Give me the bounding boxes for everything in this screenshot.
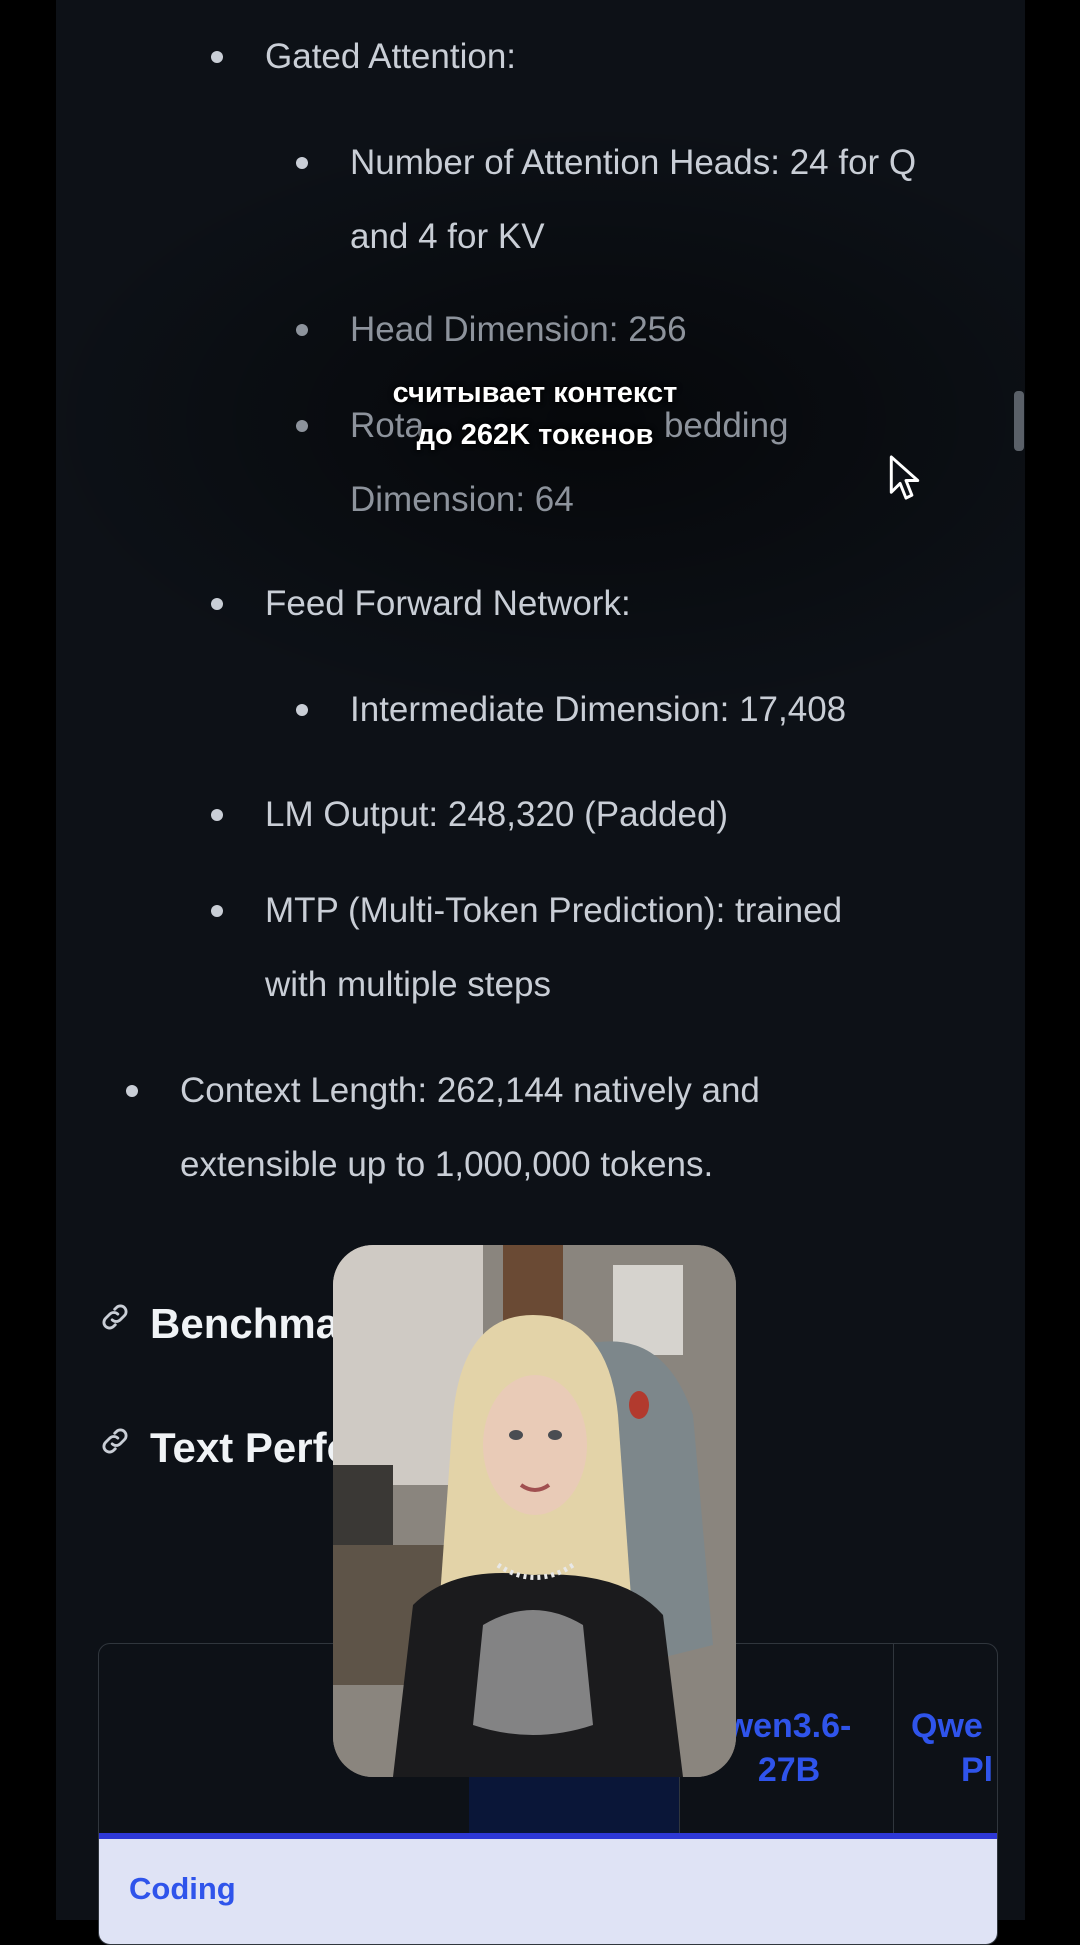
- bullet: [296, 157, 308, 169]
- heading-text-performance[interactable]: Text Perfo: [150, 1424, 352, 1472]
- list-item-attention-heads: Number of Attention Heads: 24 for Q and …: [296, 126, 1000, 274]
- list-item-ffn: Feed Forward Network:: [211, 567, 985, 641]
- list-item-gated-attention: Gated Attention:: [211, 20, 985, 94]
- link-icon[interactable]: [98, 1300, 132, 1334]
- video-subtitle: считывает контекст до 262K токенов: [392, 377, 678, 451]
- bullet: [211, 51, 223, 63]
- bullet: [211, 905, 223, 917]
- bullet: [211, 809, 223, 821]
- heading-benchmark[interactable]: Benchma: [150, 1300, 339, 1348]
- bullet: [296, 704, 308, 716]
- category-label: Coding: [129, 1871, 236, 1906]
- column-divider: [893, 1644, 894, 1834]
- link-icon[interactable]: [98, 1424, 132, 1458]
- list-item-context-length: Context Length: 262,144 natively and ext…: [126, 1054, 940, 1202]
- bullet: [126, 1085, 138, 1097]
- presenter-video-frame: [333, 1245, 736, 1777]
- cursor-arrow-icon: [889, 455, 920, 500]
- bullet: [296, 324, 308, 336]
- list-item-head-dimension: Head Dimension: 256: [296, 293, 1000, 367]
- list-item-mtp: MTP (Multi-Token Prediction): trained wi…: [211, 874, 985, 1022]
- presenter-video-overlay[interactable]: [333, 1245, 736, 1777]
- scrollbar-thumb[interactable]: [1014, 391, 1024, 451]
- list-item-lm-output: LM Output: 248,320 (Padded): [211, 778, 985, 852]
- column-header-qwen-plus[interactable]: Qwe Pl: [911, 1704, 997, 1792]
- list-item-intermediate-dimension: Intermediate Dimension: 17,408: [296, 673, 1000, 747]
- category-row-coding: Coding: [99, 1839, 997, 1944]
- bullet: [211, 598, 223, 610]
